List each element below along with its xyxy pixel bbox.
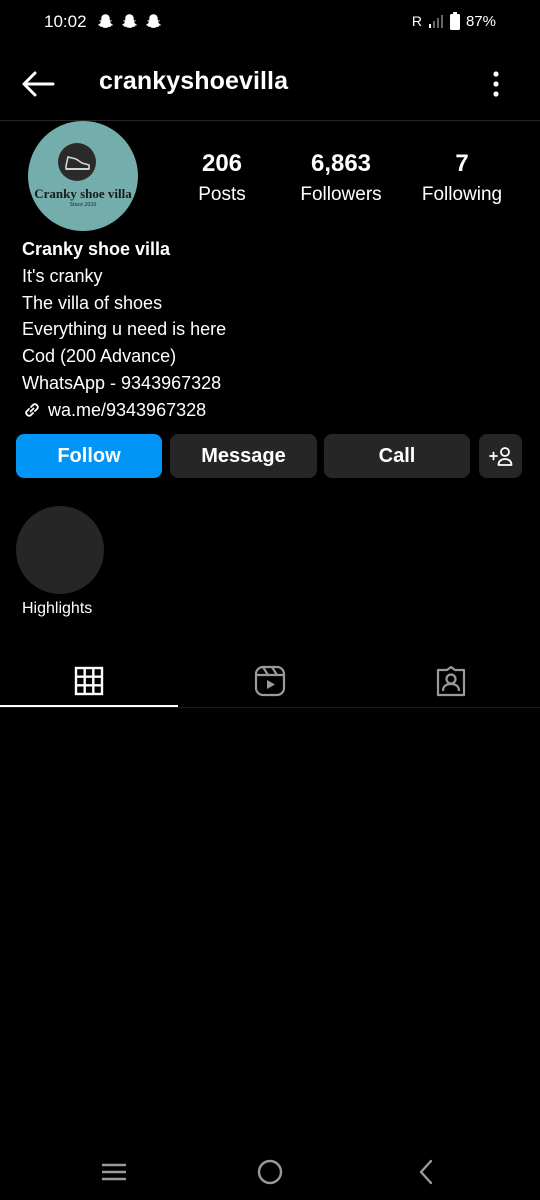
bio-line: It's cranky (22, 265, 103, 286)
snapchat-notification-icon (122, 14, 137, 28)
status-indicators: R 87% (412, 12, 496, 30)
tabs-divider (0, 707, 540, 708)
profile-username: crankyshoevilla (99, 67, 289, 95)
message-button[interactable]: Message (170, 434, 317, 478)
following-label: Following (421, 184, 503, 205)
carrier-label: R (411, 13, 422, 29)
profile-link-text: wa.me/9343967328 (48, 399, 207, 420)
followers-stat[interactable]: 6,863 Followers (281, 150, 401, 206)
following-count: 7 (455, 150, 469, 177)
recents-icon (102, 1163, 126, 1181)
tagged-person-icon (436, 665, 466, 697)
link-icon (25, 403, 39, 417)
grid-icon (74, 666, 104, 696)
following-stat[interactable]: 7 Following (402, 150, 522, 206)
profile-bio: Cranky shoe villa It's cranky The villa … (22, 236, 226, 424)
call-button[interactable]: Call (324, 434, 470, 478)
posts-stat[interactable]: 206 Posts (162, 150, 282, 206)
back-arrow-icon[interactable] (20, 66, 56, 102)
avatar-brand-text: Cranky shoe villa (34, 186, 132, 201)
profile-link[interactable]: wa.me/9343967328 (22, 397, 226, 424)
bio-line: Cod (200 Advance) (22, 346, 177, 367)
signal-icon (428, 15, 443, 28)
suggested-users-button[interactable] (479, 434, 522, 478)
nav-back-button[interactable] (410, 1156, 442, 1188)
followers-count: 6,863 (310, 150, 372, 177)
nav-home-button[interactable] (254, 1156, 286, 1188)
shoe-logo-icon (58, 143, 96, 181)
snapchat-notification-icon (146, 14, 161, 28)
posts-label: Posts (198, 184, 246, 205)
snapchat-notification-icon (98, 14, 113, 28)
followers-label: Followers (300, 184, 382, 205)
nav-recents-button[interactable] (98, 1156, 130, 1188)
highlight-circle[interactable] (16, 506, 104, 594)
tab-posts-grid[interactable] (0, 656, 178, 706)
more-options-icon[interactable] (484, 70, 508, 98)
nav-back-icon (419, 1159, 433, 1185)
add-user-icon (488, 447, 512, 466)
status-time: 10:02 (44, 12, 87, 31)
bio-line: WhatsApp - 9343967328 (22, 372, 222, 393)
tab-reels[interactable] (181, 656, 359, 706)
bio-line: Everything u need is here (22, 319, 227, 340)
active-tab-indicator (0, 705, 178, 707)
reels-icon (254, 665, 286, 697)
follow-button[interactable]: Follow (16, 434, 162, 478)
home-circle-icon (257, 1159, 283, 1185)
posts-count: 206 (201, 150, 243, 177)
bio-line: The villa of shoes (22, 292, 163, 313)
battery-icon (449, 12, 460, 30)
profile-avatar[interactable] (28, 121, 138, 231)
tab-tagged[interactable] (362, 656, 540, 706)
battery-percent: 87% (465, 12, 496, 30)
avatar-since-text: Since 2020 (69, 202, 97, 208)
highlights-label: Highlights (22, 600, 93, 617)
profile-display-name: Cranky shoe villa (22, 239, 171, 259)
